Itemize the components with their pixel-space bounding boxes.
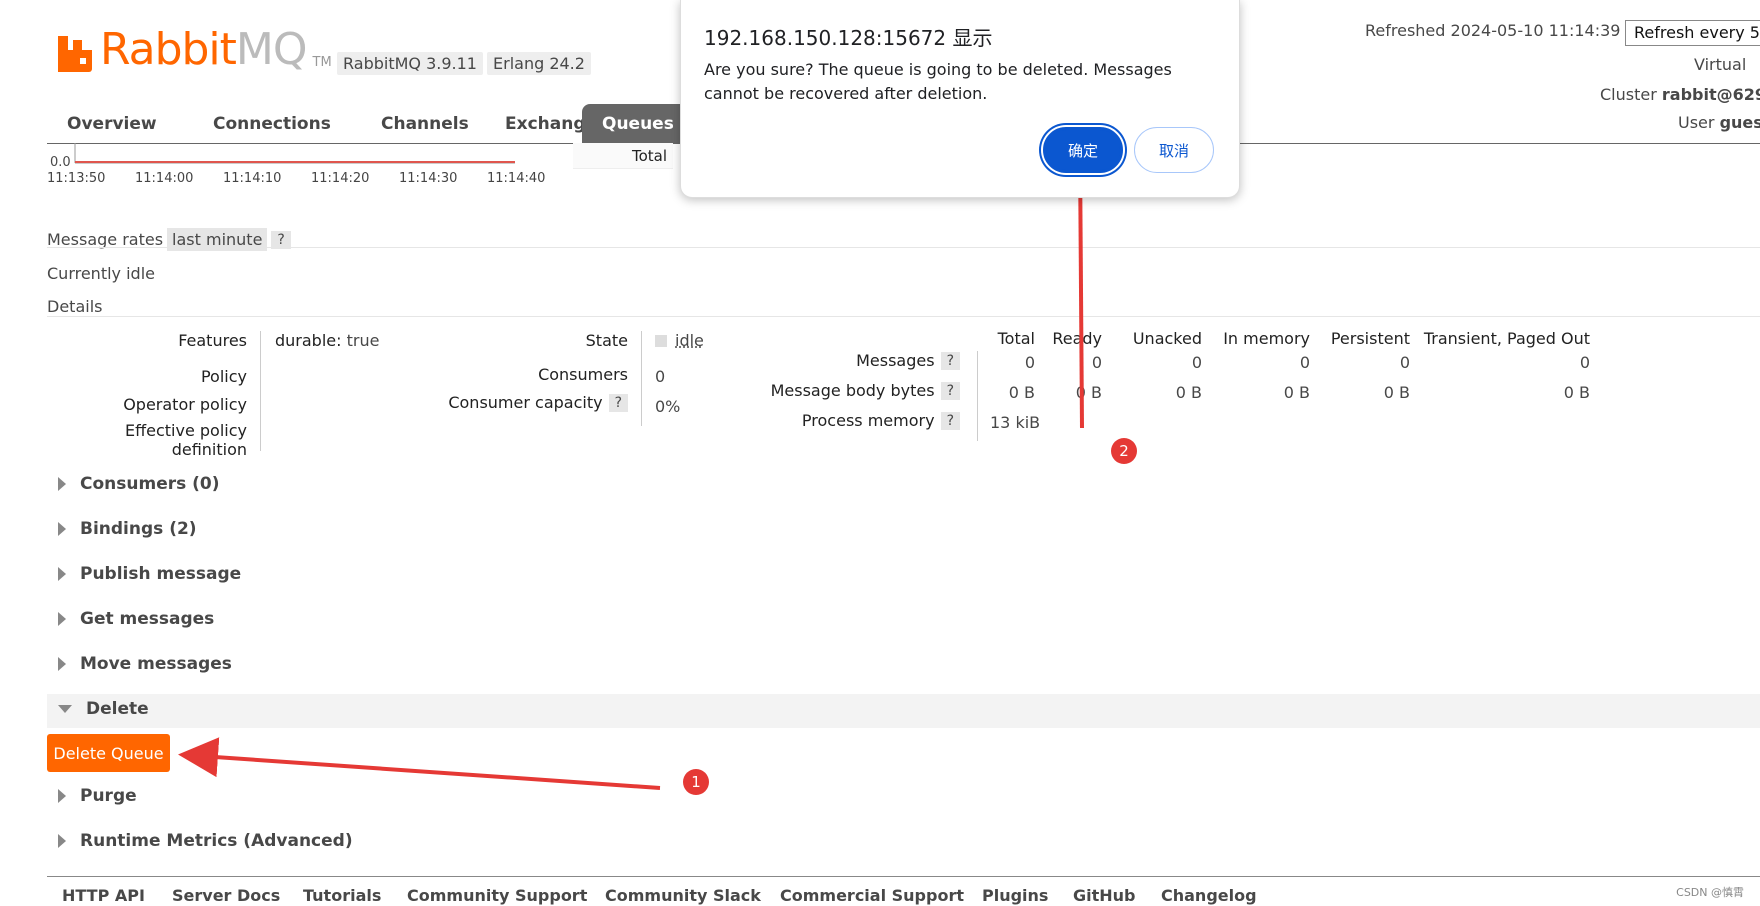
step-badge-1: 1 (683, 769, 709, 795)
watermark: CSDN @慎霄 (1676, 886, 1744, 899)
dialog-cancel-button[interactable]: 取消 (1134, 127, 1214, 173)
arrow-to-delete-queue (178, 737, 661, 790)
dialog-ok-button[interactable]: 确定 (1043, 127, 1123, 173)
dialog-message: Are you sure? The queue is going to be d… (704, 60, 1172, 103)
confirm-dialog: 192.168.150.128:15672 显示 Are you sure? T… (680, 0, 1240, 198)
dialog-title: 192.168.150.128:15672 显示 (704, 26, 993, 50)
step-badge-2: 2 (1111, 438, 1137, 464)
